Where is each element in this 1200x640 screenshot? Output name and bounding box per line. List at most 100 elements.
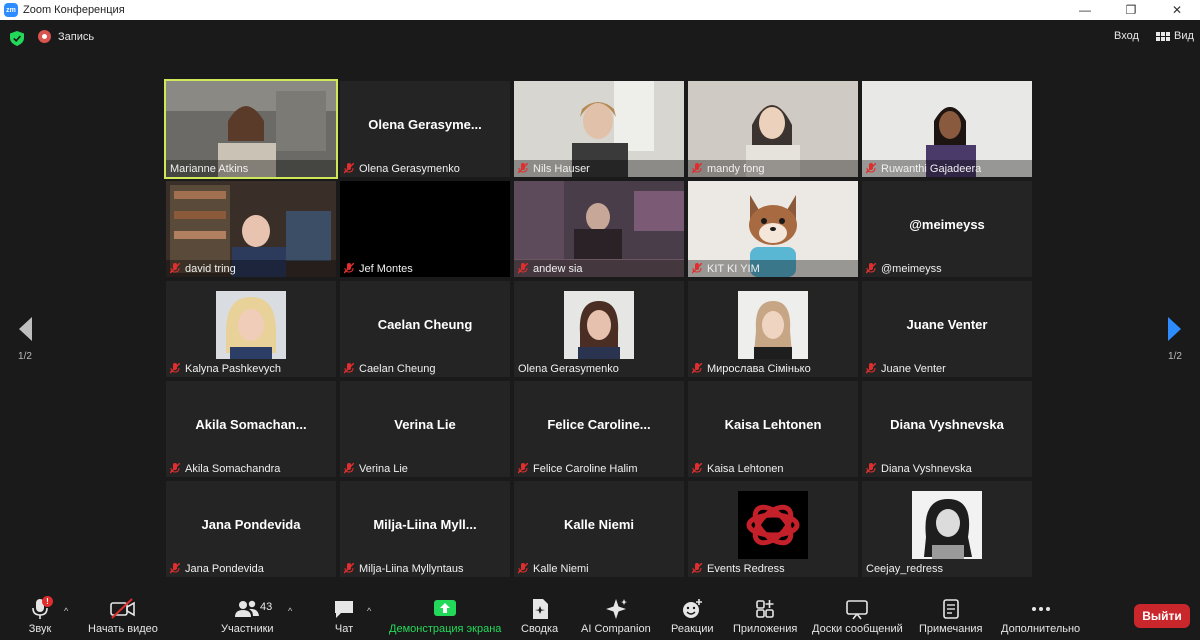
view-button[interactable]: Вид	[1156, 30, 1194, 42]
participant-name: Jef Montes	[359, 262, 413, 275]
participant-name: KIT KI YIM	[707, 262, 760, 275]
participant-tile[interactable]: KIT KI YIM	[688, 181, 858, 277]
tile-name-bar: Felice Caroline Halim	[514, 460, 684, 477]
notes-button[interactable]: Примечания	[919, 598, 983, 635]
security-shield-icon[interactable]	[10, 31, 24, 46]
participant-tile[interactable]: david tring	[166, 181, 336, 277]
participant-tile[interactable]: Milja-Liina Myll... Milja-Liina Myllynta…	[340, 481, 510, 577]
ai-sparkle-icon	[605, 599, 627, 619]
microphone-muted-icon	[344, 563, 354, 574]
participant-tile[interactable]: Felice Caroline... Felice Caroline Halim	[514, 381, 684, 477]
tile-name-bar: Jef Montes	[340, 260, 510, 277]
tile-name-bar: Akila Somachandra	[166, 460, 336, 477]
participant-tile[interactable]: Kaisa Lehtonen Kaisa Lehtonen	[688, 381, 858, 477]
more-dots-icon	[1031, 607, 1050, 611]
participant-tile[interactable]: Ruwanthi Gajadeera	[862, 81, 1032, 177]
participant-tile[interactable]: Ceejay_redress	[862, 481, 1032, 577]
participants-icon	[235, 600, 260, 617]
participant-tile[interactable]: Juane Venter Juane Venter	[862, 281, 1032, 377]
tile-name-bar: Marianne Atkins	[166, 160, 336, 177]
previous-page-button[interactable]: 1/2	[14, 316, 36, 362]
participant-tile[interactable]: Мирослава Сімінько	[688, 281, 858, 377]
participant-name: @meimeyss	[881, 262, 942, 275]
participant-tile[interactable]: Marianne Atkins	[164, 79, 338, 179]
chat-options-chevron-up-icon[interactable]: ^	[367, 606, 371, 616]
microphone-muted-icon	[866, 363, 876, 374]
apps-icon	[756, 600, 774, 618]
tile-name-bar: Olena Gerasymenko	[514, 360, 684, 377]
participant-name: Kalle Niemi	[533, 562, 589, 575]
apps-button[interactable]: Приложения	[733, 598, 797, 635]
participant-name: Olena Gerasymenko	[518, 362, 619, 375]
meeting-top-bar: Запись Вход Вид	[0, 20, 1200, 56]
participant-name: Kalyna Pashkevych	[185, 362, 281, 375]
participant-display-name: Caelan Cheung	[377, 317, 473, 332]
whiteboards-button[interactable]: Доски сообщений	[812, 598, 903, 635]
participant-tile[interactable]: Verina Lie Verina Lie	[340, 381, 510, 477]
recording-indicator[interactable]: Запись	[38, 30, 94, 43]
participant-tile[interactable]: Kalyna Pashkevych	[166, 281, 336, 377]
more-button[interactable]: Дополнительно	[1001, 598, 1080, 635]
microphone-muted-icon	[344, 263, 354, 274]
start-video-button[interactable]: Начать видео	[88, 598, 158, 635]
participant-tile[interactable]: Events Redress	[688, 481, 858, 577]
participant-tile[interactable]: Jef Montes	[340, 181, 510, 277]
share-screen-icon	[434, 600, 457, 616]
microphone-muted-icon	[518, 163, 528, 174]
close-button[interactable]: ✕	[1154, 0, 1200, 20]
tile-name-bar: Ruwanthi Gajadeera	[862, 160, 1032, 177]
participant-display-name: Kaisa Lehtonen	[724, 417, 822, 432]
participant-tile[interactable]: Nils Hauser	[514, 81, 684, 177]
chat-button[interactable]: Чат	[333, 598, 355, 635]
participant-name: Ceejay_redress	[866, 562, 944, 575]
participant-display-name: Milja-Liina Myll...	[373, 517, 477, 532]
participant-name: andew sia	[533, 262, 583, 275]
participant-tile[interactable]: Kalle Niemi Kalle Niemi	[514, 481, 684, 577]
tile-name-bar: Мирослава Сімінько	[688, 360, 858, 377]
participant-name: Nils Hauser	[533, 162, 590, 175]
participant-tile[interactable]: Olena Gerasymenko	[514, 281, 684, 377]
participant-name: Jana Pondevida	[185, 562, 264, 575]
participant-tile[interactable]: Diana Vyshnevska Diana Vyshnevska	[862, 381, 1032, 477]
maximize-button[interactable]: ❐	[1108, 0, 1154, 20]
participant-tile[interactable]: Akila Somachan... Akila Somachandra	[166, 381, 336, 477]
microphone-muted-icon	[866, 263, 876, 274]
participant-tile[interactable]: andew sia	[514, 181, 684, 277]
reactions-button[interactable]: Реакции	[671, 598, 714, 635]
chat-label: Чат	[334, 623, 354, 635]
audio-options-chevron-up-icon[interactable]: ^	[64, 606, 68, 616]
participant-tile[interactable]: @meimeyss @meimeyss	[862, 181, 1032, 277]
summary-icon	[532, 599, 548, 619]
microphone-muted-icon	[692, 563, 702, 574]
participant-tile[interactable]: Jana Pondevida Jana Pondevida	[166, 481, 336, 577]
video-gallery: Marianne Atkins Olena Gerasyme... Olena …	[164, 79, 1034, 578]
tile-name-bar: Kalyna Pashkevych	[166, 360, 336, 377]
microphone-muted-icon	[170, 463, 180, 474]
ai-companion-button[interactable]: AI Companion	[581, 598, 651, 635]
apps-label: Приложения	[733, 623, 798, 635]
whiteboards-label: Доски сообщений	[812, 623, 903, 635]
tile-name-bar: Diana Vyshnevska	[862, 460, 1032, 477]
participant-display-name: Verina Lie	[394, 417, 456, 432]
share-screen-button[interactable]: Демонстрация экрана	[389, 598, 501, 635]
participant-tile[interactable]: Caelan Cheung Caelan Cheung	[340, 281, 510, 377]
title-bar: zm Zoom Конференция — ❐ ✕	[0, 0, 1200, 20]
participant-tile[interactable]: Olena Gerasyme... Olena Gerasymenko	[340, 81, 510, 177]
participant-avatar	[912, 491, 982, 559]
more-label: Дополнительно	[1001, 623, 1081, 635]
participant-tile[interactable]: mandy fong	[688, 81, 858, 177]
participant-display-name: Olena Gerasyme...	[368, 117, 482, 132]
ai-companion-label: AI Companion	[581, 623, 651, 635]
tile-name-bar: Jana Pondevida	[166, 560, 336, 577]
minimize-button[interactable]: —	[1062, 0, 1108, 20]
next-page-button[interactable]: 1/2	[1163, 316, 1187, 362]
summary-button[interactable]: Сводка	[521, 598, 558, 635]
enter-button[interactable]: Вход	[1114, 30, 1139, 42]
participants-options-chevron-up-icon[interactable]: ^	[288, 606, 292, 616]
tile-name-bar: andew sia	[514, 260, 684, 277]
microphone-muted-icon	[344, 463, 354, 474]
participant-name: Marianne Atkins	[170, 162, 249, 175]
participant-name: Milja-Liina Myllyntaus	[359, 562, 464, 575]
leave-button[interactable]: Выйти	[1134, 604, 1190, 628]
microphone-muted-icon	[518, 563, 528, 574]
